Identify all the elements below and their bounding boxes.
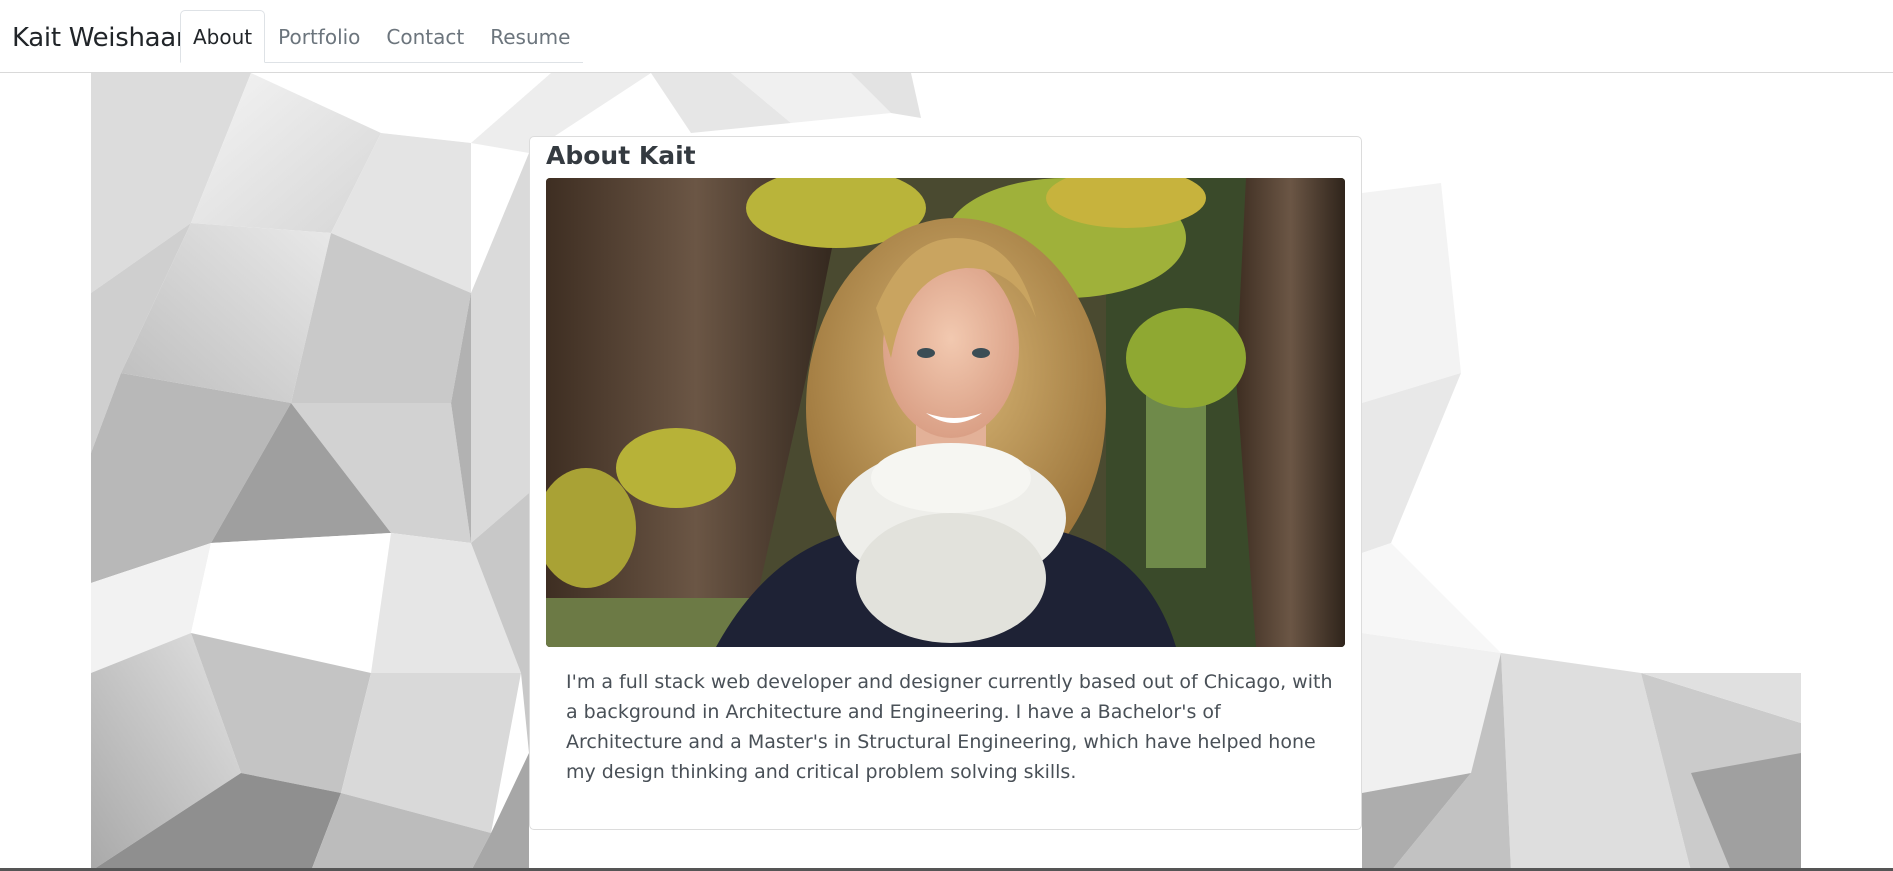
- navbar: Kait Weishaar About Portfolio Contact Re…: [0, 0, 1893, 73]
- nav-tabs: About Portfolio Contact Resume: [180, 10, 584, 63]
- tab-about[interactable]: About: [180, 10, 266, 63]
- tab-portfolio[interactable]: Portfolio: [265, 10, 373, 63]
- brand-name[interactable]: Kait Weishaar: [12, 23, 187, 53]
- portrait-photo-graphic: [546, 178, 1345, 647]
- about-card: About Kait I'm a full stack web develope…: [529, 136, 1362, 830]
- tab-contact[interactable]: Contact: [373, 10, 477, 63]
- about-bio: I'm a full stack web developer and desig…: [566, 671, 1333, 783]
- portrait-photo: [546, 178, 1345, 647]
- about-title: About Kait: [546, 141, 696, 170]
- tab-resume[interactable]: Resume: [477, 10, 583, 63]
